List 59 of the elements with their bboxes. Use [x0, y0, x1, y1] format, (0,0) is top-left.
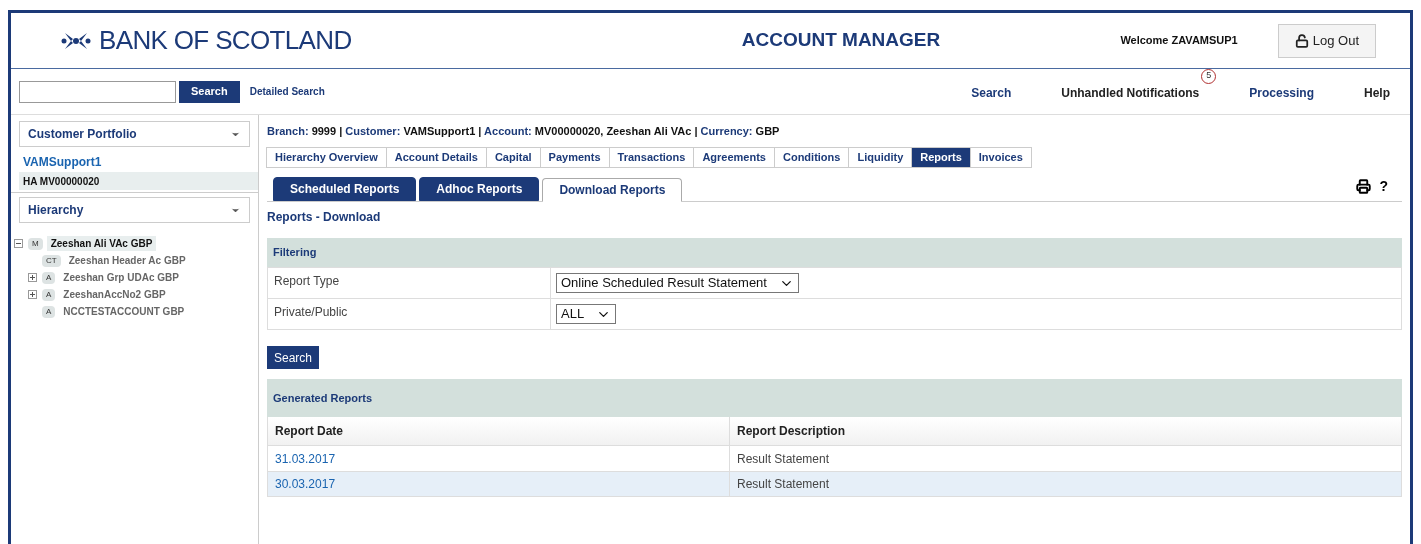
tree-item[interactable]: NCCTESTACCOUNT GBP: [59, 304, 189, 319]
column-header: Report Description: [736, 423, 846, 440]
report-tab[interactable]: Download Reports: [542, 178, 683, 202]
logout-button[interactable]: Log Out: [1277, 23, 1376, 58]
page-title: Reports - Download: [267, 209, 382, 226]
account-item[interactable]: HA MV00000020: [19, 172, 258, 190]
filter-label: Report Type: [268, 268, 551, 298]
column-header: Report Date: [268, 417, 730, 445]
nav-tab[interactable]: Reports: [911, 147, 971, 168]
help-icon[interactable]: ?: [1379, 176, 1388, 197]
filter-label: Private/Public: [268, 299, 551, 329]
expand-icon[interactable]: [27, 290, 37, 299]
lock-icon: [1294, 33, 1309, 48]
nav-tab[interactable]: Liquidity: [848, 147, 913, 168]
report-tab[interactable]: Adhoc Reports: [419, 177, 540, 201]
account-type-badge: CT: [42, 254, 61, 267]
account-type-badge: A: [42, 288, 56, 301]
nav-tab[interactable]: Account Details: [385, 147, 487, 168]
nav-tab[interactable]: Capital: [485, 147, 541, 168]
table-cell-text: Result Statement: [736, 476, 831, 493]
results-header: Generated Reports: [267, 379, 1402, 417]
portfolio-header[interactable]: Customer Portfolio: [19, 121, 250, 147]
search-field[interactable]: [19, 80, 176, 103]
nav-link[interactable]: Search: [971, 85, 1012, 100]
tree-item[interactable]: Zeeshan Grp UDAc GBP: [59, 270, 183, 285]
print-icon[interactable]: [1356, 179, 1372, 194]
tree-item[interactable]: Zeeshan Ali VAc GBP: [46, 236, 157, 251]
bank-logo: BANK OF SCOTLAND: [99, 24, 352, 57]
breadcrumb: Branch: 9999 | Customer: VAMSupport1 | Account: MV00000020, Zeeshan Ali VAc | Currency: GBP: [267, 124, 781, 139]
detailed-search-link[interactable]: Detailed Search: [249, 84, 325, 99]
nav-tab[interactable]: Conditions: [774, 147, 850, 168]
account-type-badge: M: [28, 237, 43, 250]
nav-link[interactable]: Processing: [1249, 85, 1314, 100]
nav-tab[interactable]: Transactions: [608, 147, 695, 168]
search-button[interactable]: Search: [267, 346, 320, 369]
search-button[interactable]: Search: [179, 80, 240, 103]
hierarchy-header[interactable]: Hierarchy: [19, 197, 250, 223]
account-type-badge: A: [42, 271, 56, 284]
account-type-badge: A: [42, 305, 56, 318]
app-title: ACCOUNT MANAGER: [740, 28, 942, 53]
nav-link[interactable]: Unhandled Notifications: [1061, 85, 1200, 100]
nav-tab[interactable]: Invoices: [969, 147, 1032, 168]
expand-icon[interactable]: [27, 273, 37, 282]
dropdown-select[interactable]: ALL: [556, 304, 617, 324]
welcome-text: Welcome ZAVAMSUP1: [1120, 33, 1238, 49]
nav-tab[interactable]: Hierarchy Overview: [266, 147, 387, 168]
nav-tab[interactable]: Agreements: [693, 147, 775, 168]
dropdown-select[interactable]: Online Scheduled Result Statement: [556, 273, 799, 293]
tree-item[interactable]: Zeeshan Header Ac GBP: [64, 253, 190, 268]
nav-tab[interactable]: Payments: [539, 147, 610, 168]
filter-header: Filtering: [267, 238, 1402, 267]
report-tab[interactable]: Scheduled Reports: [273, 177, 417, 201]
logo-icon: [61, 30, 91, 51]
tree-item[interactable]: ZeeshanAccNo2 GBP: [59, 287, 170, 302]
collapse-icon[interactable]: [13, 239, 23, 248]
report-date-link[interactable]: 30.03.2017: [268, 472, 730, 496]
nav-link[interactable]: Help: [1364, 85, 1390, 100]
customer-name[interactable]: VAMSupport1: [19, 153, 250, 171]
table-cell-text: Result Statement: [736, 450, 831, 468]
